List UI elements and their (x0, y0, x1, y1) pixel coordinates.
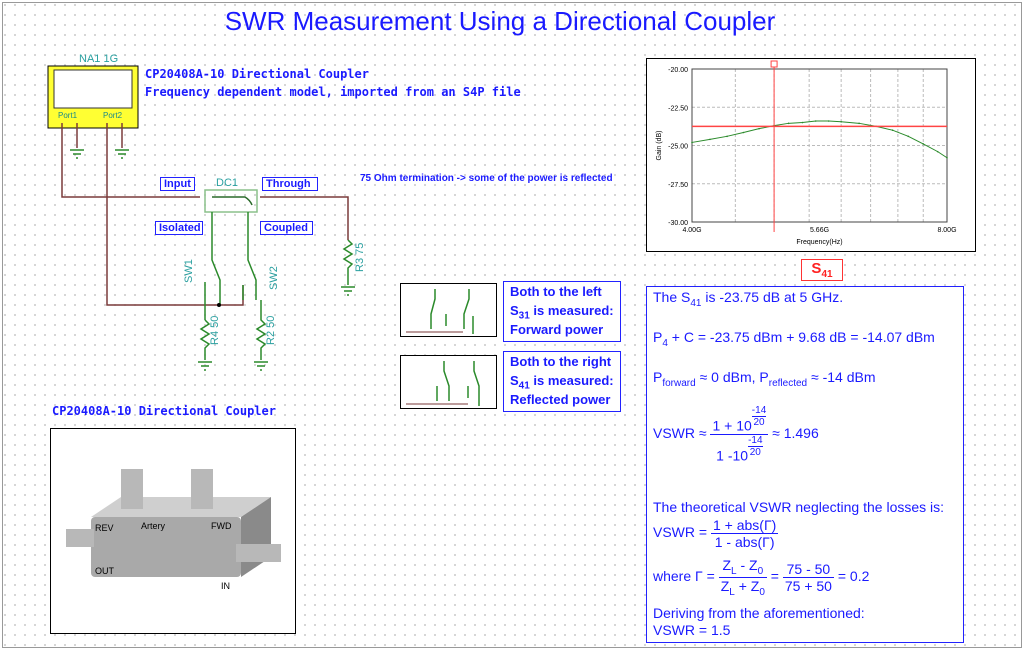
gain-data-point (801, 121, 804, 124)
y-tick-label: -25.00 (668, 144, 688, 151)
port2-label: Port2 (103, 111, 123, 120)
case-right-line1: Both to the right (510, 354, 612, 369)
sw1-label: SW1 (183, 259, 195, 283)
case-right-diagram (400, 355, 497, 409)
gain-data-point (827, 120, 830, 122)
port1-label: Port1 (58, 111, 78, 120)
y-tick-label: -22.50 (668, 105, 688, 112)
coupler-subtitle: Frequency dependent model, imported from… (145, 85, 521, 99)
gain-data-point (858, 122, 860, 125)
y-axis-label: Gain (dB) (656, 131, 663, 161)
case-right-line3: Reflected power (510, 392, 611, 407)
photo-rev: REV (95, 523, 114, 533)
input-label: Input (160, 177, 195, 191)
photo-in: IN (221, 581, 230, 591)
gain-data-point (726, 135, 728, 138)
calc-deriving: Deriving from the aforementioned: (653, 605, 865, 621)
r4-label: R4 50 (209, 316, 221, 345)
calc-vswr1: VSWR ≈ 1 + 10 -14 20 1 -10 -14 20 ≈ 1.496 (653, 405, 819, 464)
gain-data-point (907, 135, 910, 138)
x-axis-label: Frequency(Hz) (796, 239, 842, 246)
case-left-line1: Both to the left (510, 284, 602, 299)
x-tick-label: 5.66G (810, 227, 829, 234)
calc-s41: The S41 is -23.75 dB at 5 GHz. (653, 289, 844, 309)
y-tick-label: -20.00 (668, 67, 688, 74)
case-left-diagram (400, 283, 497, 337)
case-left-line3: Forward power (510, 322, 604, 337)
gain-data-point (840, 120, 842, 123)
gain-data-point (814, 120, 817, 122)
gain-data-point (758, 127, 760, 130)
case-left-line2: S31 is measured: (510, 303, 614, 322)
calculation-box: The S41 is -23.75 dB at 5 GHz. P4 + C = … (646, 286, 964, 643)
isolated-label: Isolated (155, 221, 203, 235)
calc-vswr2: VSWR = 1 + abs(Γ) 1 - abs(Γ) (653, 517, 779, 550)
photo-caption: CP20408A-10 Directional Coupler (52, 404, 276, 418)
calc-gamma: where Γ = ZL - Z0 ZL + Z0 = 75 - 50 75 + 5… (653, 557, 870, 598)
y-tick-label: -27.50 (668, 182, 688, 189)
dc1-label: DC1 (216, 177, 238, 189)
y-tick-label: -30.00 (668, 220, 688, 227)
photo-fwd: FWD (211, 521, 232, 531)
gain-data-point (946, 156, 948, 159)
coupled-label: Coupled (260, 221, 313, 235)
sw2-label: SW2 (268, 266, 280, 290)
gain-data-point (891, 129, 894, 131)
case-right-text: Both to the right S41 is measured: Refle… (503, 351, 621, 412)
photo-brand: Artery (141, 521, 166, 531)
cursor-handle (770, 60, 778, 68)
calc-theory: The theoretical VSWR neglecting the loss… (653, 499, 945, 515)
s41-chart[interactable]: -20.00 -22.50 -25.00 -27.50 -30.00 4.00G 5.66G… (646, 58, 976, 252)
coupler-title: CP20408A-10 Directional Coupler (145, 67, 369, 81)
gain-data-point (709, 138, 711, 141)
s41-label: S41 (801, 259, 843, 281)
r3-label: R3 75 (354, 243, 366, 272)
gain-data-point (922, 143, 925, 145)
case-left-text: Both to the left S31 is measured: Forwar… (503, 281, 621, 342)
na-label: NA1 1G (79, 53, 118, 65)
photo-out: OUT (95, 566, 115, 576)
calc-p4: P4 + C = -23.75 dBm + 9.68 dB = -14.07 d… (653, 329, 935, 349)
gain-data-point (691, 141, 693, 144)
case-right-line2: S41 is measured: (510, 373, 614, 392)
termination-note: 75 Ohm termination -> some of the power … (360, 173, 613, 184)
gain-data-point (787, 122, 790, 125)
through-label: Through (262, 177, 318, 191)
x-tick-label: 4.00G (682, 227, 701, 234)
x-tick-label: 8.00G (937, 227, 956, 234)
gain-data-point (936, 150, 939, 153)
calc-final: VSWR = 1.5 (653, 622, 731, 638)
r2-label: R2 50 (265, 316, 277, 345)
calc-powers: Pforward ≈ 0 dBm, Preflected ≈ -14 dBm (653, 369, 876, 389)
coupler-photo: REV FWD Artery OUT IN (50, 428, 296, 634)
gain-data-point (742, 131, 745, 134)
